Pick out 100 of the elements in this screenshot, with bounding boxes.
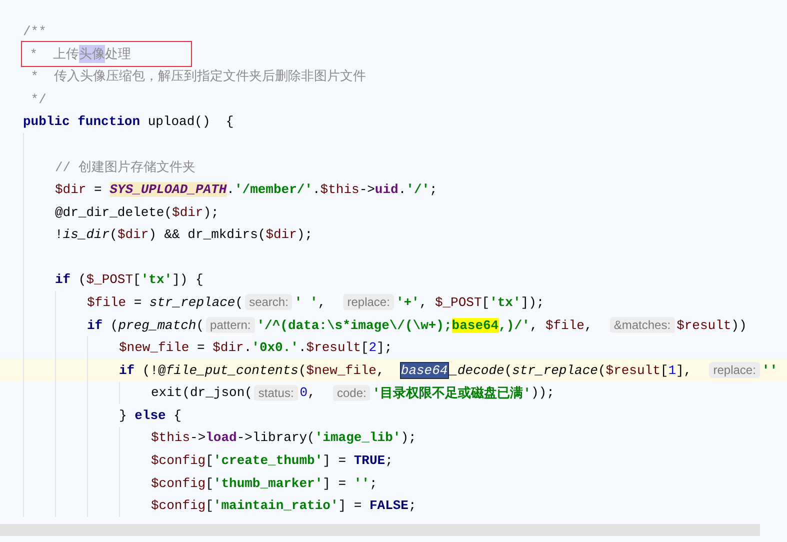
variable: $dir <box>172 204 204 220</box>
keyword: FALSE <box>369 498 408 514</box>
code-text: . <box>298 340 306 356</box>
doc-comment: */ <box>30 92 46 107</box>
variable: $dir <box>55 182 86 197</box>
code-text: @dr_dir_delete( <box>55 204 172 220</box>
function-name: str_replace <box>512 362 598 378</box>
code-text: ( <box>109 318 118 333</box>
code-text: ->library( <box>236 430 315 446</box>
code-text: } <box>119 408 128 423</box>
code-text: ); <box>296 227 313 242</box>
variable: $file <box>87 294 126 310</box>
keyword: if <box>87 318 103 333</box>
search-match: base64 <box>452 318 499 333</box>
parameter-hint: status: <box>254 384 298 401</box>
keyword: public function <box>23 114 140 130</box>
variable: $config <box>151 476 206 491</box>
doc-comment: * 上传 <box>28 46 80 63</box>
horizontal-scrollbar[interactable] <box>0 524 760 536</box>
variable: $_POST <box>86 272 134 288</box>
code-text: [ <box>360 340 369 356</box>
code-text: -> <box>359 182 375 197</box>
code-text: ] = <box>338 498 363 514</box>
code-text: ); <box>203 204 219 220</box>
string-literal: '/' <box>406 182 430 197</box>
code-text: ; <box>385 453 393 468</box>
variable: $result <box>676 318 732 333</box>
code-text: (!@ <box>141 362 166 378</box>
string-literal: ' ' <box>294 294 318 310</box>
code-text: { <box>172 408 182 423</box>
code-text: exit(dr_json( <box>151 385 252 400</box>
code-text: , <box>419 294 428 310</box>
parameter-hint: replace: <box>343 294 394 310</box>
string-literal: 'thumb_marker' <box>213 476 323 491</box>
function-name: is_dir <box>62 227 110 242</box>
string-literal: ,)/' <box>498 318 530 333</box>
number-literal: 1 <box>668 362 676 378</box>
doc-comment: /** <box>23 24 46 39</box>
code-text: ); <box>400 430 416 446</box>
code-text: = <box>196 340 206 356</box>
property-name: load <box>206 430 237 446</box>
code-comment: // 创建图片存储文件夹 <box>55 158 196 176</box>
code-text: )) <box>731 318 747 333</box>
parameter-hint: search: <box>245 294 292 310</box>
number-literal: 0 <box>300 385 308 400</box>
string-literal: '目录权限不足或磁盘已满' <box>372 384 531 402</box>
property-name: uid <box>374 182 398 197</box>
code-text: . <box>312 182 320 197</box>
code-text: ]); <box>520 294 544 310</box>
variable: $result <box>306 340 361 356</box>
code-text: , <box>584 318 594 333</box>
code-text: ]; <box>376 340 392 356</box>
variable: $new_file <box>119 340 190 356</box>
code-text: ; <box>408 498 416 514</box>
string-literal: 'create_thumb' <box>213 453 323 468</box>
variable: $dir <box>117 227 149 242</box>
code-text: . <box>244 340 252 356</box>
code-text: [ <box>482 294 490 310</box>
variable: $dir <box>212 340 244 356</box>
variable: $this <box>151 430 190 446</box>
variable: $new_file <box>306 362 376 378</box>
code-text: , <box>308 385 316 400</box>
code-text: . <box>398 182 406 197</box>
code-text: [ <box>206 498 214 514</box>
code-text: ( <box>298 362 306 378</box>
parameter-hint: code: <box>333 384 370 401</box>
code-text: ( <box>235 294 244 310</box>
code-text: = <box>93 182 103 197</box>
string-literal: '/^(data:\s*image\/(\w+); <box>256 318 452 333</box>
constant-name: SYS_UPLOAD_PATH <box>110 182 227 197</box>
code-text: [ <box>133 272 141 288</box>
code-text: ]) { <box>172 272 204 288</box>
variable: $_POST <box>434 294 482 310</box>
code-text: ] = <box>322 476 348 491</box>
code-text: , <box>530 318 539 333</box>
parameter-hint: &matches: <box>610 317 675 334</box>
parameter-hint: pattern: <box>206 317 255 334</box>
code-text: ; <box>369 476 378 491</box>
string-literal: 'tx' <box>140 272 172 288</box>
keyword: else <box>134 408 166 423</box>
code-text: ! <box>55 227 63 242</box>
string-literal: '' <box>762 362 778 378</box>
selected-word: base64 <box>400 362 449 379</box>
variable: $result <box>606 362 660 378</box>
code-text: )); <box>530 385 554 400</box>
variable: $this <box>320 182 360 197</box>
code-text: , <box>376 362 386 378</box>
code-text: upload() { <box>146 114 234 130</box>
string-literal: '' <box>354 476 370 491</box>
function-name: str_replace <box>149 294 236 310</box>
function-name: _decode <box>450 362 504 378</box>
code-editor[interactable] <box>0 0 787 542</box>
string-literal: '0x0.' <box>252 340 298 356</box>
function-name: preg_match <box>118 318 196 333</box>
doc-comment: 处理 <box>105 46 132 63</box>
selected-text: 头像 <box>79 44 106 63</box>
code-text: ) && dr_mkdirs( <box>148 227 266 242</box>
string-literal: 'image_lib' <box>314 430 401 446</box>
code-text: ( <box>110 227 118 242</box>
variable: $file <box>545 318 584 333</box>
